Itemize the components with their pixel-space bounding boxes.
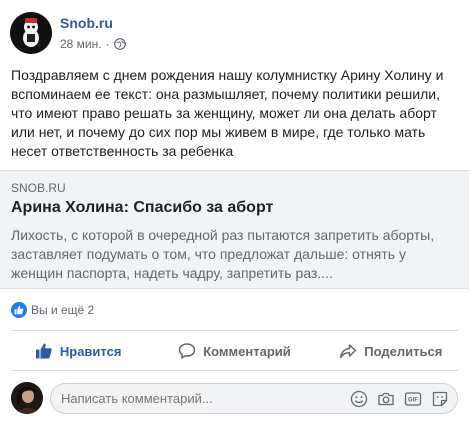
globe-icon[interactable]: [113, 38, 126, 50]
comment-button[interactable]: Комментарий: [156, 332, 312, 370]
post-text: Поздравляем с днем рождения нашу колумни…: [11, 67, 444, 159]
comment-button-label: Комментарий: [203, 343, 291, 359]
comment-input[interactable]: [61, 391, 311, 406]
post-header: Snob.ru 28 мин. ·: [10, 12, 450, 56]
preview-title[interactable]: Арина Холина: Спасибо за аборт: [11, 199, 273, 217]
share-button[interactable]: Поделиться: [313, 332, 469, 370]
thumbs-up-icon: [35, 342, 53, 360]
gif-icon[interactable]: GIF: [404, 390, 422, 408]
meta-separator: ·: [105, 37, 110, 51]
like-button[interactable]: Нравится: [0, 332, 156, 370]
preview-description: Лихость, с которой в очередной раз пытаю…: [11, 227, 435, 281]
comment-box[interactable]: GIF: [50, 383, 458, 414]
emoji-icon[interactable]: [350, 390, 368, 408]
like-reaction-icon: [11, 302, 27, 318]
page-name-link[interactable]: Snob.ru: [60, 15, 113, 31]
share-button-label: Поделиться: [364, 343, 443, 359]
divider: [11, 330, 458, 331]
comment-composer: GIF: [11, 381, 458, 415]
reactions-count-text[interactable]: Вы и ещё 2: [31, 303, 94, 317]
post-meta: 28 мин. ·: [60, 37, 126, 51]
sticker-icon[interactable]: [431, 390, 449, 408]
post-actions: Нравится Комментарий Поделиться: [0, 332, 469, 370]
camera-icon[interactable]: [377, 390, 395, 408]
gif-icon-label: GIF: [408, 398, 418, 404]
preview-domain: SNOB.RU: [11, 181, 66, 195]
reactions-summary[interactable]: Вы и ещё 2: [11, 300, 94, 320]
page-avatar[interactable]: [10, 12, 52, 54]
user-avatar[interactable]: [11, 382, 43, 414]
post-timestamp[interactable]: 28 мин.: [60, 37, 102, 51]
comment-bubble-icon: [178, 342, 196, 360]
divider: [11, 370, 458, 371]
like-button-label: Нравится: [59, 343, 122, 359]
share-arrow-icon: [339, 342, 357, 360]
facebook-post: Snob.ru 28 мин. · Поздравляем с днем рож…: [0, 0, 469, 421]
link-preview[interactable]: SNOB.RU Арина Холина: Спасибо за аборт Л…: [0, 170, 469, 289]
composer-icons: GIF: [350, 390, 449, 408]
